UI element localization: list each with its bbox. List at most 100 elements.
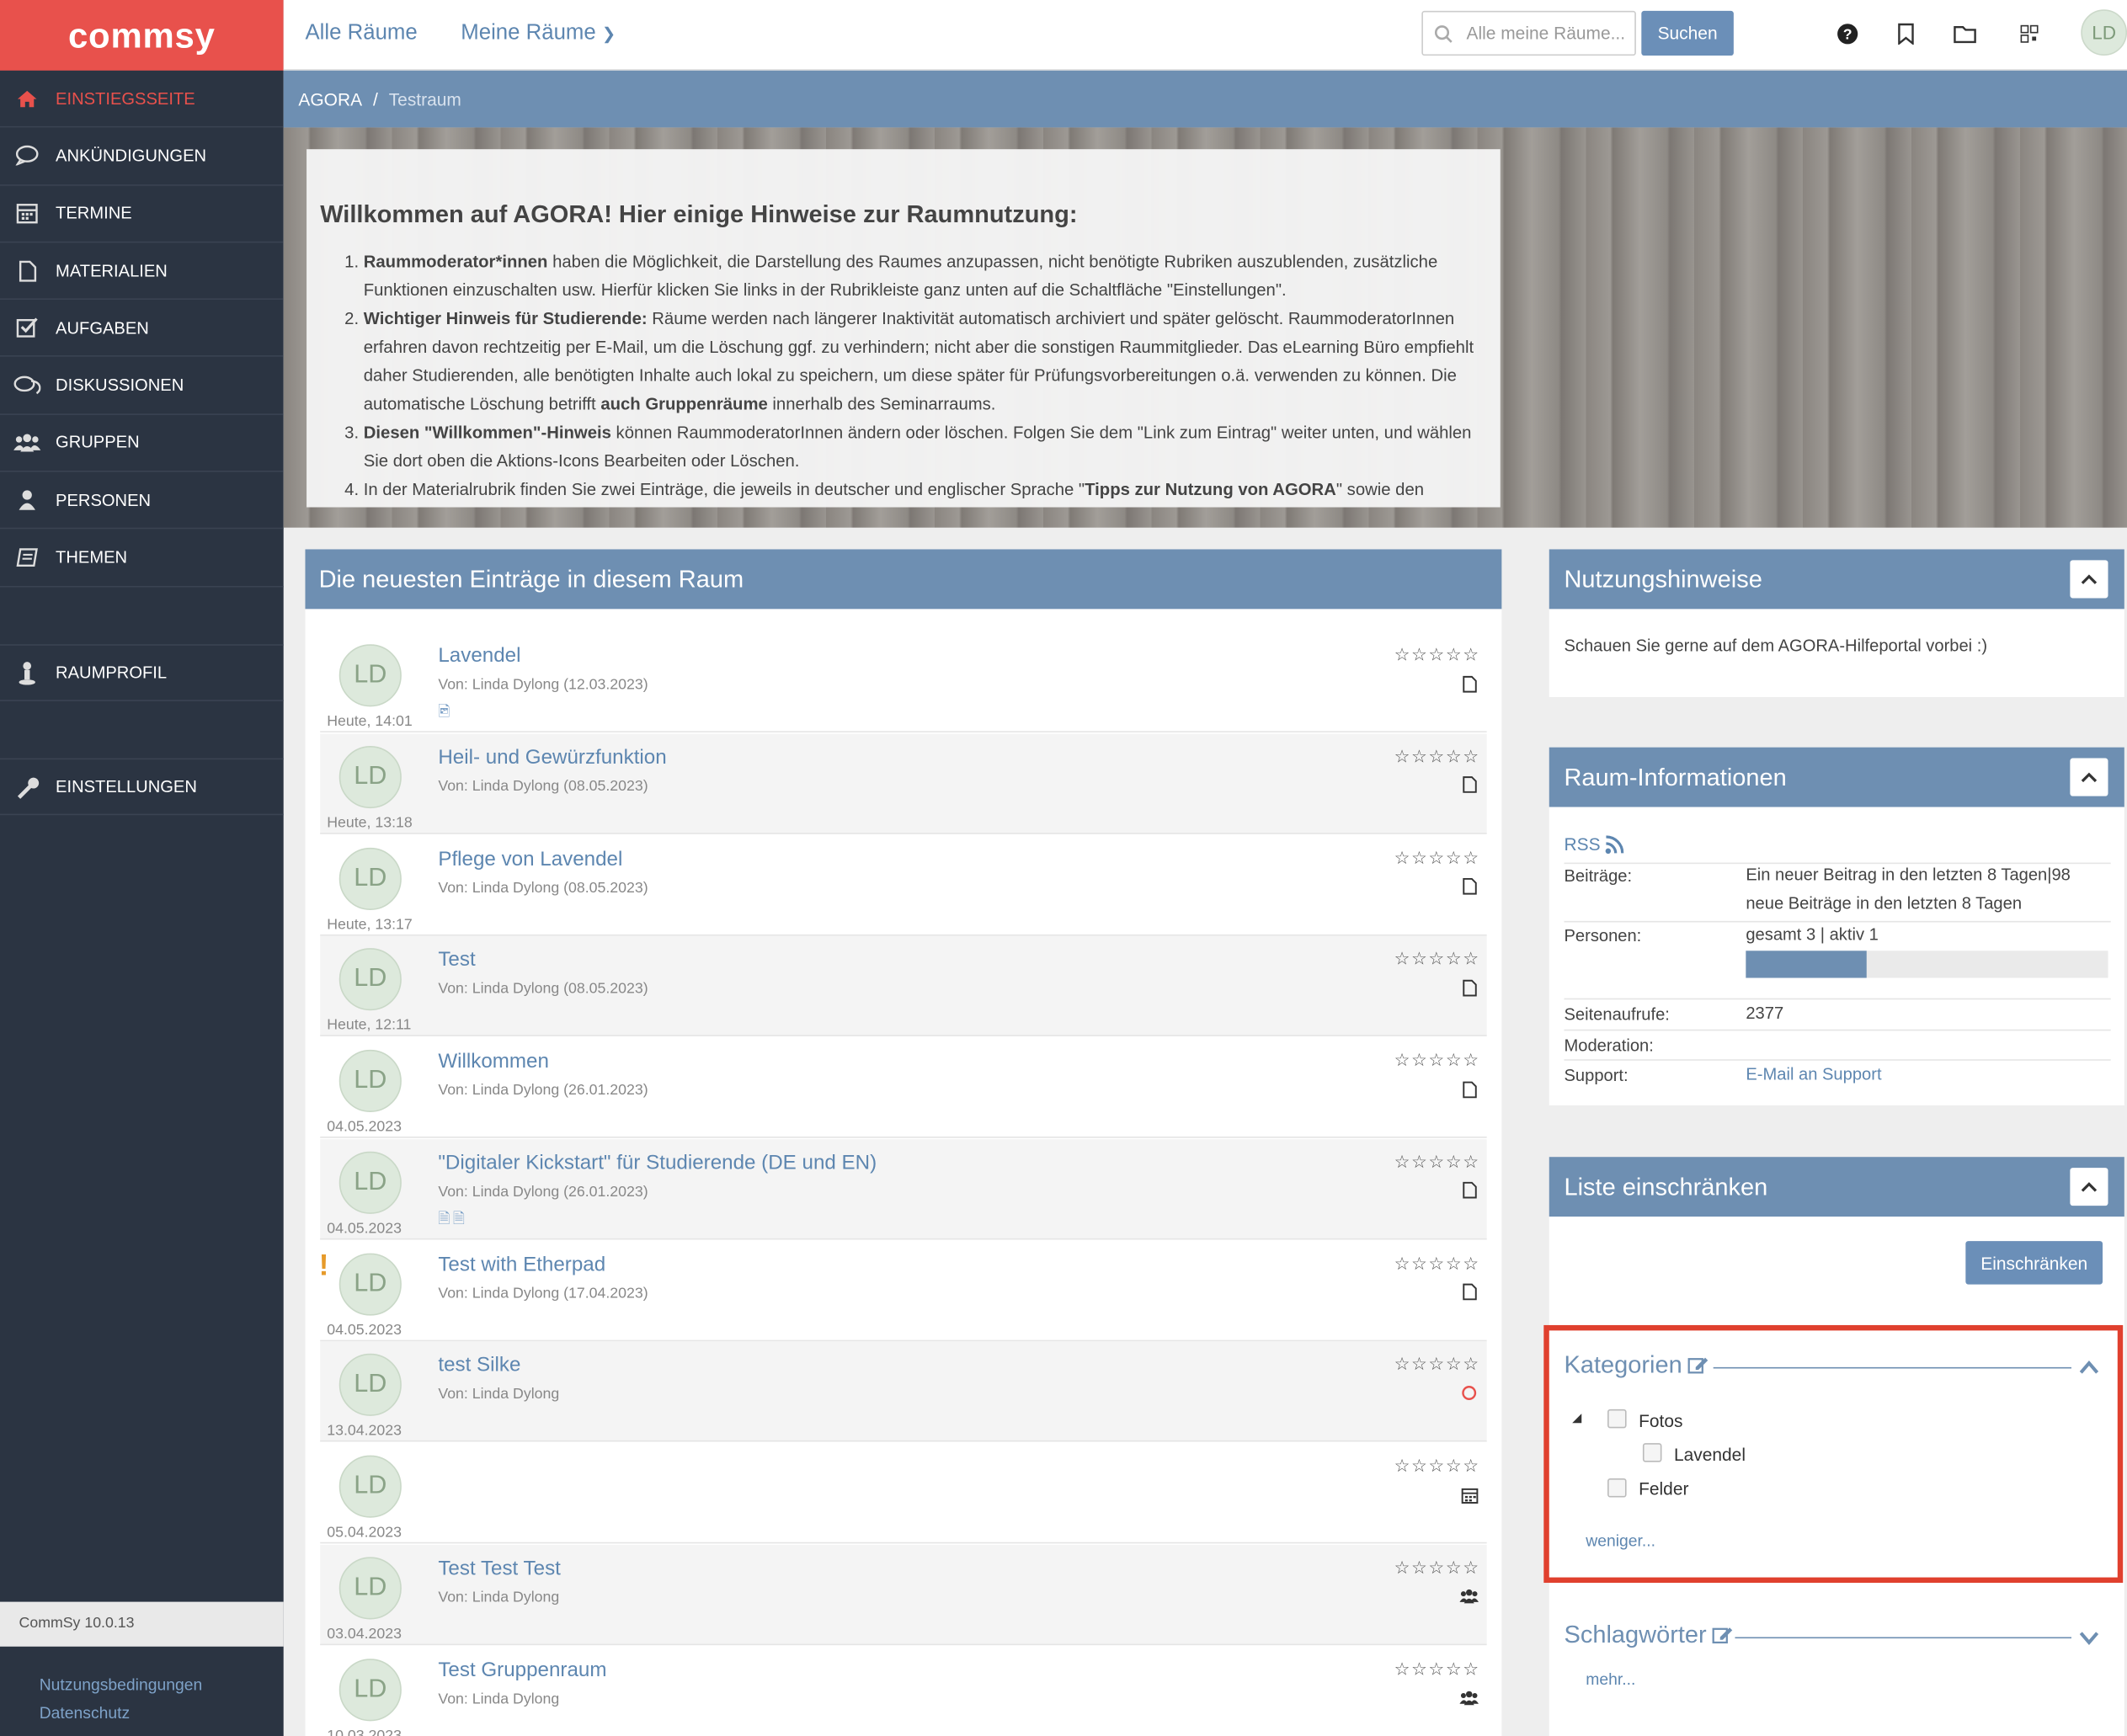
- sidebar-item-themen[interactable]: THEMEN: [0, 530, 284, 588]
- sidebar-item-label: RAUMPROFIL: [56, 663, 168, 683]
- calendar-icon: [1459, 1485, 1479, 1504]
- version-text: CommSy 10.0.13: [19, 1615, 135, 1632]
- sidebar-item-ankündigungen[interactable]: ANKÜNDIGUNGEN: [0, 128, 284, 186]
- my-rooms-label: Meine Räume: [461, 21, 596, 45]
- entry-row[interactable]: LD 10.03.2023 Test Gruppenraum Von: Linda D…: [320, 1646, 1486, 1736]
- entry-title-link[interactable]: Test with Etherpad: [438, 1253, 605, 1275]
- avatar: LD: [339, 644, 402, 707]
- collapse-usage-hints-button[interactable]: [2070, 560, 2108, 599]
- rss-link[interactable]: RSS: [1564, 834, 1623, 855]
- sidebar-item-termine[interactable]: TERMINE: [0, 185, 284, 243]
- welcome-item: Diesen "Willkommen"-Hinweis können Raumm…: [364, 419, 1487, 477]
- entry-title-link[interactable]: Test: [438, 948, 475, 971]
- welcome-item-bold2: Tipps zur Nutzung von AGORA: [1085, 480, 1336, 499]
- tags-more-link[interactable]: mehr...: [1586, 1669, 1635, 1689]
- attachment-icon[interactable]: 🗎🗎: [438, 1206, 467, 1233]
- collapse-room-info-button[interactable]: [2070, 758, 2108, 796]
- sidebar-item-einstellungen[interactable]: EINSTELLUNGEN: [0, 758, 284, 816]
- apply-filter-button[interactable]: Einschränken: [1965, 1241, 2103, 1285]
- entry-row[interactable]: LD 13.04.2023 test Silke Von: Linda Dylong ☆…: [320, 1341, 1487, 1442]
- top-bar: Alle Räume Meine Räume ❯ Alle meine Räum…: [283, 0, 2127, 71]
- rating-stars[interactable]: ☆☆☆☆☆: [1394, 746, 1480, 768]
- entry-row[interactable]: LD Heute, 14:01 Lavendel Von: Linda Dylong …: [320, 632, 1487, 732]
- entry-row[interactable]: LD Heute, 13:17 Pflege von Lavendel Von: Li…: [320, 835, 1487, 935]
- persons-value: gesamt 3 | aktiv 1: [1746, 924, 1879, 945]
- breadcrumb-root[interactable]: AGORA: [298, 89, 362, 109]
- entry-row[interactable]: LD Heute, 13:18 Heil- und Gewürzfunktion Vo…: [320, 733, 1487, 834]
- sidebar-item-label: ANKÜNDIGUNGEN: [56, 146, 207, 166]
- edit-icon[interactable]: [1712, 1625, 1734, 1645]
- rating-stars[interactable]: ☆☆☆☆☆: [1394, 1456, 1480, 1478]
- entry-title-link[interactable]: test Silke: [438, 1354, 520, 1377]
- entry-row[interactable]: LD Heute, 12:11 Test Von: Linda Dylong (08.…: [320, 935, 1487, 1037]
- entry-row[interactable]: LD 04.05.2023 Willkommen Von: Linda Dylong …: [320, 1037, 1487, 1138]
- breadcrumb-separator: /: [372, 88, 378, 109]
- rating-stars[interactable]: ☆☆☆☆☆: [1394, 1658, 1480, 1680]
- avatar: LD: [339, 1455, 402, 1518]
- terms-link[interactable]: Nutzungsbedingungen: [40, 1671, 202, 1700]
- rating-stars[interactable]: ☆☆☆☆☆: [1394, 1151, 1480, 1173]
- rss-label: RSS: [1564, 833, 1601, 855]
- entry-date: Heute, 12:11: [327, 1017, 412, 1034]
- entry-row[interactable]: LD 04.05.2023 "Digitaler Kickstart" für St…: [320, 1138, 1487, 1240]
- qr-code-icon[interactable]: [2016, 20, 2043, 47]
- discussion-icon: [12, 373, 41, 397]
- room-info-panel: Raum-Informationen RSS Beiträge: Ein neu…: [1549, 747, 2124, 1105]
- entry-date: 04.05.2023: [327, 1321, 402, 1339]
- entry-date: 10.03.2023: [327, 1727, 402, 1736]
- search-button[interactable]: Suchen: [1641, 10, 1734, 56]
- sidebar-item-einstiegsseite[interactable]: EINSTIEGSSEITE: [0, 71, 284, 128]
- entry-row[interactable]: ! LD 04.05.2023 Test with Etherpad Von: Lind…: [319, 1240, 1487, 1341]
- avatar: LD: [339, 745, 402, 808]
- sidebar-item-aufgaben[interactable]: AUFGABEN: [0, 300, 284, 358]
- my-rooms-dropdown[interactable]: Meine Räume ❯: [461, 22, 616, 46]
- rating-stars[interactable]: ☆☆☆☆☆: [1394, 644, 1480, 666]
- entry-row[interactable]: LD 05.04.2023 ☆☆☆☆☆: [320, 1443, 1487, 1544]
- sidebar-item-gruppen[interactable]: GRUPPEN: [0, 415, 284, 472]
- entry-title-link[interactable]: Test Test Test: [438, 1557, 561, 1579]
- rating-stars[interactable]: ☆☆☆☆☆: [1394, 948, 1480, 970]
- attachment-icon[interactable]: 🖻: [438, 700, 452, 726]
- entry-title-link[interactable]: Willkommen: [438, 1050, 549, 1073]
- posts-value: Ein neuer Beitrag in den letzten 8 Tagen…: [1746, 865, 2071, 913]
- support-email-link[interactable]: E-Mail an Support: [1746, 1061, 2112, 1089]
- commsy-logo[interactable]: commsy: [0, 0, 284, 71]
- user-avatar[interactable]: LD: [2081, 9, 2127, 56]
- privacy-link[interactable]: Datenschutz: [40, 1700, 202, 1728]
- usage-hints-panel: Nutzungshinweise Schauen Sie gerne auf d…: [1549, 549, 2124, 698]
- entry-title-link[interactable]: Test Gruppenraum: [438, 1658, 606, 1680]
- bookmark-icon[interactable]: [1892, 20, 1919, 47]
- collapse-filter-button[interactable]: [2070, 1168, 2108, 1206]
- rating-stars[interactable]: ☆☆☆☆☆: [1394, 1557, 1480, 1579]
- file-icon: [12, 258, 41, 283]
- welcome-item: Raummoderator*innen haben die Möglichkei…: [364, 248, 1487, 306]
- breadcrumb-current: Testraum: [388, 88, 461, 109]
- rating-stars[interactable]: ☆☆☆☆☆: [1394, 847, 1480, 869]
- sidebar-item-label: DISKUSSIONEN: [56, 375, 184, 396]
- entry-title-link[interactable]: Pflege von Lavendel: [438, 847, 622, 870]
- rating-stars[interactable]: ☆☆☆☆☆: [1394, 1354, 1480, 1376]
- rating-stars[interactable]: ☆☆☆☆☆: [1394, 1050, 1480, 1072]
- entry-date: 04.05.2023: [327, 1119, 402, 1136]
- rss-icon: [1605, 834, 1623, 854]
- sidebar-item-materialien[interactable]: MATERIALIEN: [0, 242, 284, 301]
- help-icon[interactable]: ?: [1834, 20, 1861, 47]
- all-rooms-link[interactable]: Alle Räume: [305, 22, 417, 46]
- sidebar-item-label: AUFGABEN: [56, 318, 149, 338]
- chevron-down-icon[interactable]: [2079, 1632, 2099, 1646]
- sidebar-item-raumprofil[interactable]: RAUMPROFIL: [0, 643, 284, 701]
- entry-title-link[interactable]: "Digitaler Kickstart" für Studierende (D…: [438, 1151, 877, 1174]
- page: commsy EINSTIEGSSEITE ANKÜNDIGUNGEN TERMIN…: [0, 0, 2127, 1736]
- folder-icon[interactable]: [1952, 20, 1979, 47]
- entry-title-link[interactable]: Lavendel: [438, 644, 520, 667]
- sidebar-item-diskussionen[interactable]: DISKUSSIONEN: [0, 357, 284, 415]
- entry-title-link[interactable]: Heil- und Gewürzfunktion: [438, 746, 666, 769]
- search-input[interactable]: Alle meine Räume...: [1421, 10, 1636, 56]
- welcome-item-text: In der Materialrubrik finden Sie zwei Ei…: [363, 480, 1085, 499]
- sidebar-item-personen[interactable]: PERSONEN: [0, 472, 284, 530]
- entry-row[interactable]: LD 03.04.2023 Test Test Test Von: Linda Dyl…: [320, 1544, 1487, 1645]
- persons-active-fill: [1746, 951, 1867, 978]
- entry-author: Von: Linda Dylong: [438, 1589, 560, 1606]
- rating-stars[interactable]: ☆☆☆☆☆: [1394, 1253, 1480, 1275]
- welcome-item-text2: " sowie den: [1335, 480, 1425, 499]
